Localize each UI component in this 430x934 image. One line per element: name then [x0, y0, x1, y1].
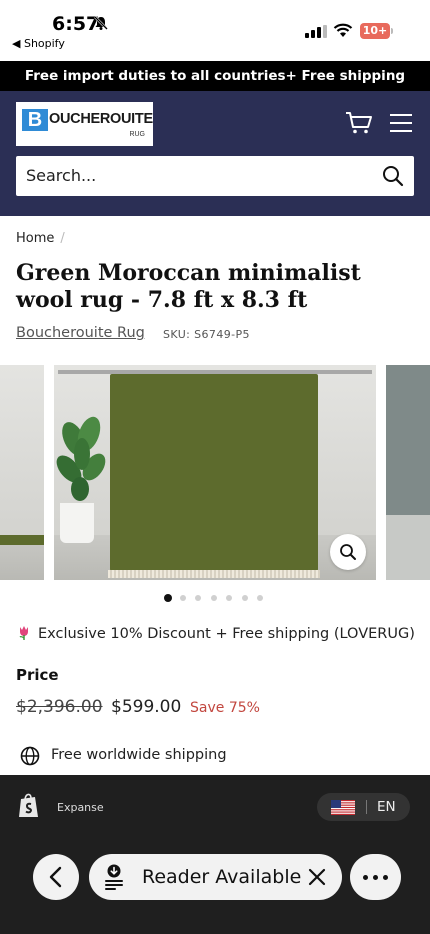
gallery-dot[interactable] [241, 595, 248, 601]
promo-banner: Exclusive 10% Discount + Free shipping (… [16, 624, 415, 642]
gallery-dot[interactable] [257, 595, 263, 601]
search-icon[interactable] [382, 165, 404, 187]
slide-floor [386, 515, 430, 580]
save-badge: Save 75% [190, 700, 260, 716]
chevron-left-icon [49, 866, 62, 888]
more-dot [363, 875, 368, 880]
language-code: EN [377, 799, 396, 815]
bell-slash-icon [94, 16, 108, 30]
wifi-icon [333, 23, 353, 37]
status-bar: 6:57 ◀ Shopify 10+ [0, 0, 430, 60]
breadcrumb: Home / [16, 231, 65, 246]
compare-at-price: $2,396.00 [16, 697, 103, 717]
close-icon[interactable] [307, 867, 327, 887]
zoom-icon [340, 544, 356, 560]
us-flag-icon [331, 800, 355, 815]
language-selector[interactable]: EN [317, 793, 410, 821]
search-input[interactable]: Search... [16, 156, 414, 196]
reader-label: Reader Available [142, 866, 302, 888]
more-dot [373, 875, 378, 880]
cart-icon[interactable] [345, 111, 373, 135]
tulip-icon [19, 626, 28, 640]
battery-indicator: 10+ [360, 23, 393, 39]
gallery-dot[interactable] [210, 595, 217, 601]
browser-toolbar: Reader Available [0, 839, 430, 934]
gallery-dot[interactable] [179, 595, 186, 601]
menu-icon[interactable] [389, 113, 413, 133]
language-divider [366, 800, 367, 814]
rug-image [108, 374, 320, 578]
site-header: B OUCHEROUITE RUG Search... [0, 91, 430, 216]
gallery-dot[interactable] [195, 595, 201, 601]
signal-icon [305, 25, 327, 38]
logo-mark: B [22, 109, 48, 131]
breadcrumb-separator: / [60, 231, 65, 246]
shopify-icon[interactable] [18, 793, 40, 819]
breadcrumb-home-link[interactable]: Home [16, 231, 54, 246]
gallery-dot[interactable] [226, 595, 232, 601]
store-logo[interactable]: B OUCHEROUITE RUG [16, 102, 153, 146]
slide-rug-edge [0, 535, 44, 545]
gallery-slide-next[interactable] [386, 365, 430, 580]
sale-price: $599.00 [111, 697, 182, 717]
more-options-button[interactable] [350, 854, 401, 900]
logo-wordmark: OUCHEROUITE [49, 111, 153, 127]
reader-download-icon [105, 864, 123, 890]
shipping-text: Free worldwide shipping [51, 747, 227, 763]
gallery-slide-prev[interactable] [0, 365, 44, 580]
gallery-slide-active[interactable] [54, 365, 376, 580]
vendor-link[interactable]: Boucherouite Rug [16, 325, 145, 341]
product-title: Green Moroccan minimalist wool rug - 7.8… [16, 260, 361, 313]
search-placeholder: Search... [26, 166, 97, 185]
reader-mode-button[interactable]: Reader Available [89, 854, 342, 900]
shopify-preview-bar: Expanse EN [0, 775, 430, 839]
back-to-app-link[interactable]: ◀ Shopify [12, 37, 65, 50]
browser-back-button[interactable] [33, 854, 79, 900]
gallery-dot[interactable] [164, 594, 172, 602]
plant-pot [60, 503, 94, 543]
globe-icon [20, 746, 40, 766]
logo-subtitle: RUG [129, 131, 145, 138]
promo-text: Exclusive 10% Discount + Free shipping (… [38, 626, 415, 642]
more-dot [383, 875, 388, 880]
product-sku: SKU: S6749-P5 [163, 328, 250, 341]
zoom-button[interactable] [330, 534, 366, 570]
announcement-bar: Free import duties to all countries+ Fre… [0, 61, 430, 91]
plant-leaves [56, 416, 106, 501]
slide-wall [0, 365, 44, 535]
theme-name: Expanse [57, 801, 104, 814]
product-gallery[interactable] [0, 365, 430, 580]
price-label: Price [16, 666, 59, 684]
